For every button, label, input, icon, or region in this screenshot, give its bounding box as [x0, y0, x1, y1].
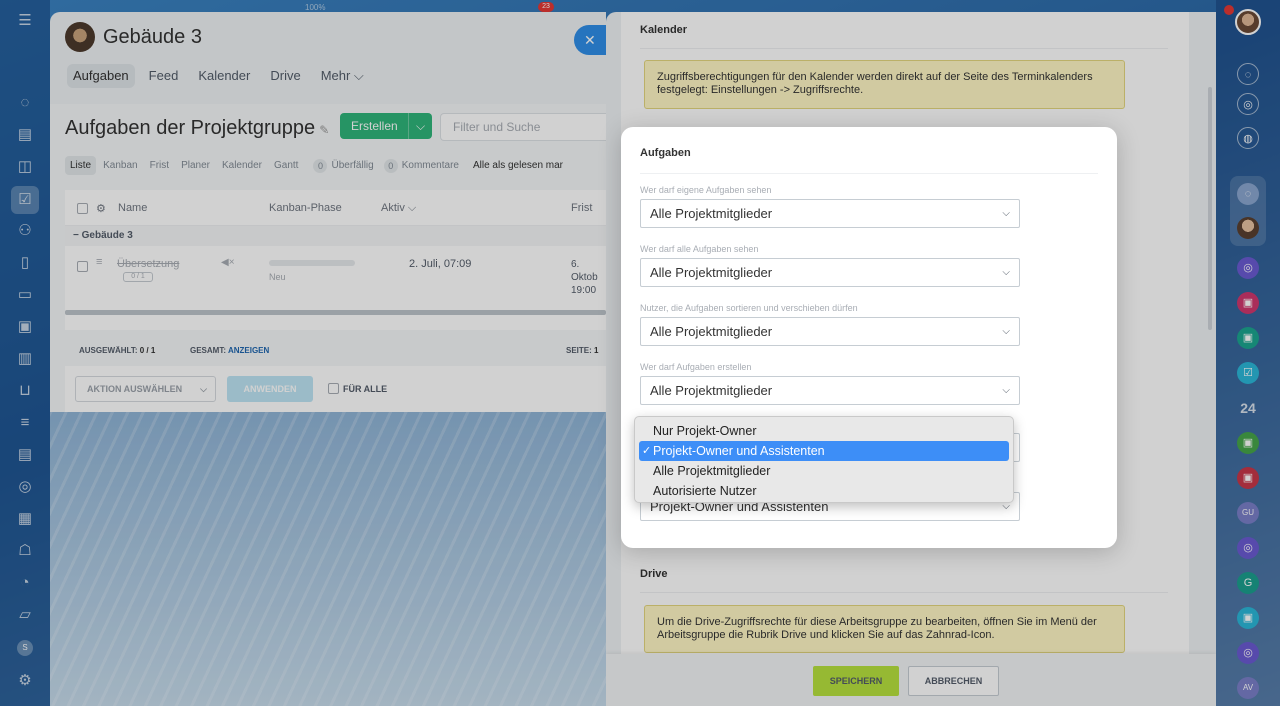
chevron-down-icon: ⌵ — [1002, 267, 1010, 278]
select-create-tasks[interactable]: Alle Projektmitglieder ⌵ — [640, 376, 1020, 405]
field-label-own-tasks: Wer darf eigene Aufgaben sehen — [640, 185, 772, 195]
chevron-down-icon: ⌵ — [1002, 326, 1010, 337]
divider — [640, 173, 1098, 174]
checkmark-icon: ✓ — [642, 445, 652, 457]
chevron-down-icon: ⌵ — [1002, 208, 1010, 219]
field-label-sort-tasks: Nutzer, die Aufgaben sortieren und versc… — [640, 303, 858, 313]
select-own-tasks[interactable]: Alle Projektmitglieder ⌵ — [640, 199, 1020, 228]
select-sort-tasks[interactable]: Alle Projektmitglieder ⌵ — [640, 317, 1020, 346]
field-label-all-tasks: Wer darf alle Aufgaben sehen — [640, 244, 759, 254]
dropdown-option-authorized-users[interactable]: Autorisierte Nutzer — [639, 481, 1009, 501]
dropdown-option-owner-only[interactable]: Nur Projekt-Owner — [639, 421, 1009, 441]
permission-dropdown-list: Nur Projekt-Owner ✓ Projekt-Owner und Ass… — [634, 416, 1014, 503]
select-all-tasks[interactable]: Alle Projektmitglieder ⌵ — [640, 258, 1020, 287]
chevron-down-icon: ⌵ — [1002, 385, 1010, 396]
dropdown-option-all-members[interactable]: Alle Projektmitglieder — [639, 461, 1009, 481]
field-label-create-tasks: Wer darf Aufgaben erstellen — [640, 362, 752, 372]
popup-title: Aufgaben — [640, 147, 691, 159]
dropdown-option-owner-assistants[interactable]: ✓ Projekt-Owner und Assistenten — [639, 441, 1009, 461]
